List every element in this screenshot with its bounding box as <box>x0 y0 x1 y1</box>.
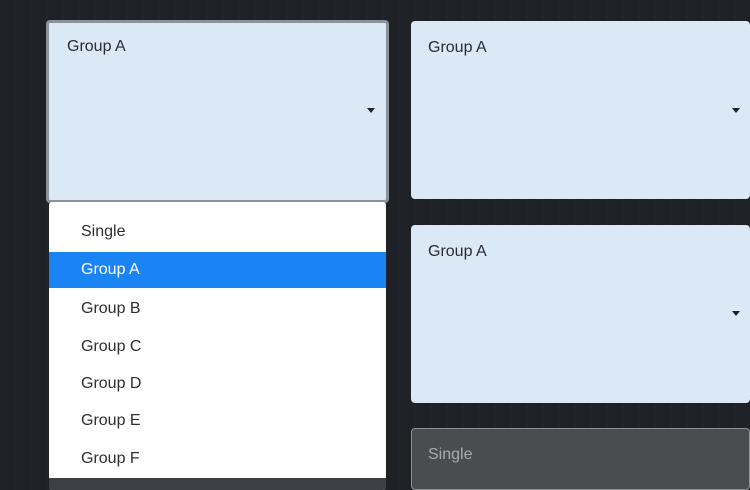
dropdown-option-group-c[interactable]: Group C <box>49 329 386 365</box>
dropdown-bottom-edge <box>49 478 386 490</box>
select-value: Single <box>428 446 473 463</box>
dropdown-option-group-e[interactable]: Group E <box>49 403 386 439</box>
dropdown-options-list[interactable]: Single Group A Group B Group C Group D G… <box>49 202 386 476</box>
dropdown-option-group-d[interactable]: Group D <box>49 366 386 402</box>
select-2[interactable]: Group A <box>411 21 750 199</box>
select-value: Group A <box>428 243 487 260</box>
select-value: Group A <box>67 38 126 55</box>
select-value: Group A <box>428 39 487 56</box>
dropdown-menu[interactable]: Single Group A Group B Group C Group D G… <box>49 202 386 490</box>
caret-down-icon <box>732 311 740 316</box>
dropdown-option-group-b[interactable]: Group B <box>49 291 386 327</box>
dropdown-option-group-f[interactable]: Group F <box>49 441 386 476</box>
dropdown-option-group-a[interactable]: Group A <box>49 252 386 288</box>
select-3[interactable]: Group A <box>411 225 750 403</box>
caret-down-icon <box>367 108 375 113</box>
caret-down-icon <box>732 108 740 113</box>
select-open[interactable]: Group A <box>46 20 389 203</box>
select-disabled: Single <box>411 428 750 490</box>
dropdown-option-single[interactable]: Single <box>49 214 386 250</box>
